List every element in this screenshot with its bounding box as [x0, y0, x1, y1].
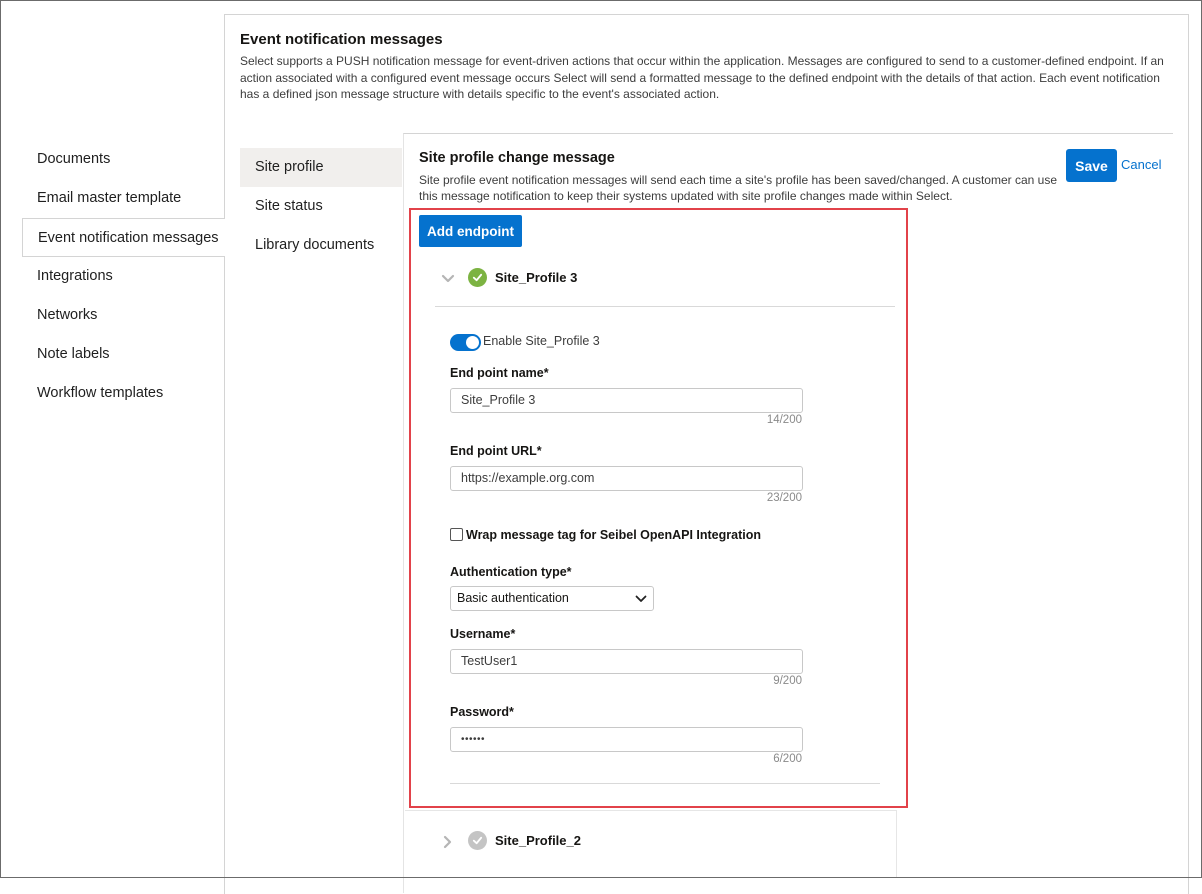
sub-nav-site-profile[interactable]: Site profile: [240, 148, 402, 187]
sub-nav-library-documents[interactable]: Library documents: [240, 226, 402, 265]
toggle-knob: [466, 336, 479, 349]
nav-item-integrations[interactable]: Integrations: [22, 257, 224, 296]
nav-item-note-labels[interactable]: Note labels: [22, 335, 224, 374]
cancel-link[interactable]: Cancel: [1121, 157, 1161, 172]
add-endpoint-button[interactable]: Add endpoint: [419, 215, 522, 247]
chevron-right-icon[interactable]: [441, 835, 455, 849]
check-circle-icon: [468, 831, 487, 850]
section-description: Site profile event notification messages…: [419, 173, 1057, 203]
page-title: Event notification messages: [240, 31, 443, 48]
nav-item-event-notification-messages[interactable]: Event notification messages: [22, 218, 225, 257]
enable-endpoint-toggle[interactable]: [450, 334, 481, 351]
endpoint-url-counter: 23/200: [766, 492, 802, 504]
section-title: Site profile change message: [419, 150, 615, 166]
endpoint-name-input[interactable]: Site_Profile 3: [450, 388, 803, 413]
endpoint-name: Site_Profile_2: [495, 833, 581, 848]
endpoint-name-counter: 14/200: [766, 414, 802, 426]
sub-nav-site-status[interactable]: Site status: [240, 187, 402, 226]
settings-nav: Documents Email master template Event no…: [22, 140, 225, 413]
endpoint-list-edge: [896, 811, 897, 878]
event-type-nav: Site profile Site status Library documen…: [240, 148, 402, 265]
password-label: Password*: [450, 705, 514, 719]
nav-item-networks[interactable]: Networks: [22, 296, 224, 335]
nav-item-email-master-template[interactable]: Email master template: [22, 179, 224, 218]
endpoint-url-label: End point URL*: [450, 444, 542, 458]
username-counter: 9/200: [773, 675, 802, 687]
nav-item-documents[interactable]: Documents: [22, 140, 224, 179]
check-circle-icon: [468, 268, 487, 287]
username-label: Username*: [450, 627, 516, 641]
chevron-down-icon[interactable]: [441, 272, 455, 286]
page-description: Select supports a PUSH notification mess…: [240, 54, 1164, 101]
endpoint-form-divider: [450, 783, 880, 784]
enable-endpoint-label: Enable Site_Profile 3: [483, 334, 600, 348]
wrap-message-checkbox[interactable]: [450, 528, 463, 541]
endpoint-url-input[interactable]: https://example.org.com: [450, 466, 803, 491]
password-counter: 6/200: [773, 753, 802, 765]
auth-type-value: Basic authentication: [457, 591, 569, 605]
auth-type-label: Authentication type*: [450, 565, 572, 579]
site-profile-content: Site profile change message Site profile…: [403, 133, 1173, 893]
username-input[interactable]: TestUser1: [450, 649, 803, 674]
endpoint-header-site-profile-3[interactable]: Site_Profile 3: [435, 265, 895, 307]
auth-type-select[interactable]: Basic authentication: [450, 586, 654, 611]
endpoint-list-divider: [405, 810, 897, 811]
password-input[interactable]: ••••••: [450, 727, 803, 752]
wrap-message-label: Wrap message tag for Seibel OpenAPI Inte…: [466, 528, 761, 542]
chevron-down-icon: [635, 595, 647, 602]
endpoint-name: Site_Profile 3: [495, 270, 578, 285]
nav-item-workflow-templates[interactable]: Workflow templates: [22, 374, 224, 413]
endpoint-header-site-profile-2[interactable]: Site_Profile_2: [435, 828, 895, 870]
endpoint-name-label: End point name*: [450, 366, 549, 380]
save-button[interactable]: Save: [1066, 149, 1117, 182]
